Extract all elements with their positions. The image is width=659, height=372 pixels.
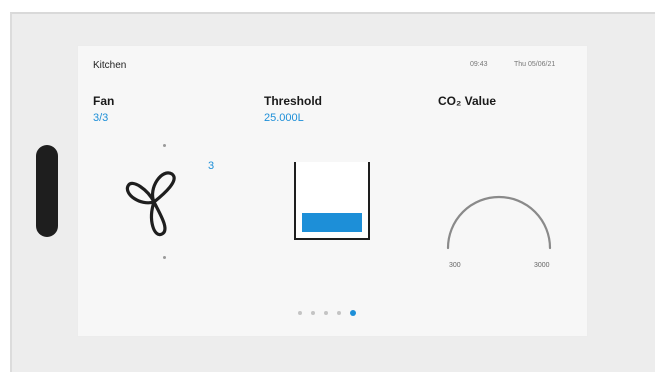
page-dot[interactable] (311, 311, 315, 315)
co2-title: CO₂ Value (438, 94, 497, 108)
fan-title: Fan (93, 94, 115, 108)
fan-scale-top-mark (163, 144, 166, 147)
page-indicator (298, 310, 356, 316)
co2-gauge-max-label: 3000 (534, 262, 550, 269)
threshold-tank[interactable] (294, 162, 370, 240)
page-dot[interactable] (324, 311, 328, 315)
fan-icon[interactable] (118, 164, 190, 240)
threshold-value: 25.000L (264, 112, 304, 124)
fan-level-value: 3/3 (93, 112, 109, 124)
touch-screen: Kitchen 09:43 Thu 05/06/21 Fan 3/3 3 Thr… (78, 46, 587, 336)
clock-time: 09:43 (470, 61, 488, 68)
clock-date: Thu 05/06/21 (514, 61, 556, 68)
co2-gauge[interactable] (434, 164, 564, 254)
page-dot[interactable] (350, 310, 356, 316)
page-dot[interactable] (298, 311, 302, 315)
co2-gauge-min-label: 300 (449, 262, 461, 269)
fan-level-indicator: 3 (208, 160, 215, 172)
threshold-title: Threshold (264, 94, 323, 108)
fan-scale-bottom-mark (163, 256, 166, 259)
threshold-level-fill (302, 213, 362, 232)
page-dot[interactable] (337, 311, 341, 315)
device-handle[interactable] (36, 145, 58, 237)
room-name: Kitchen (93, 60, 127, 71)
